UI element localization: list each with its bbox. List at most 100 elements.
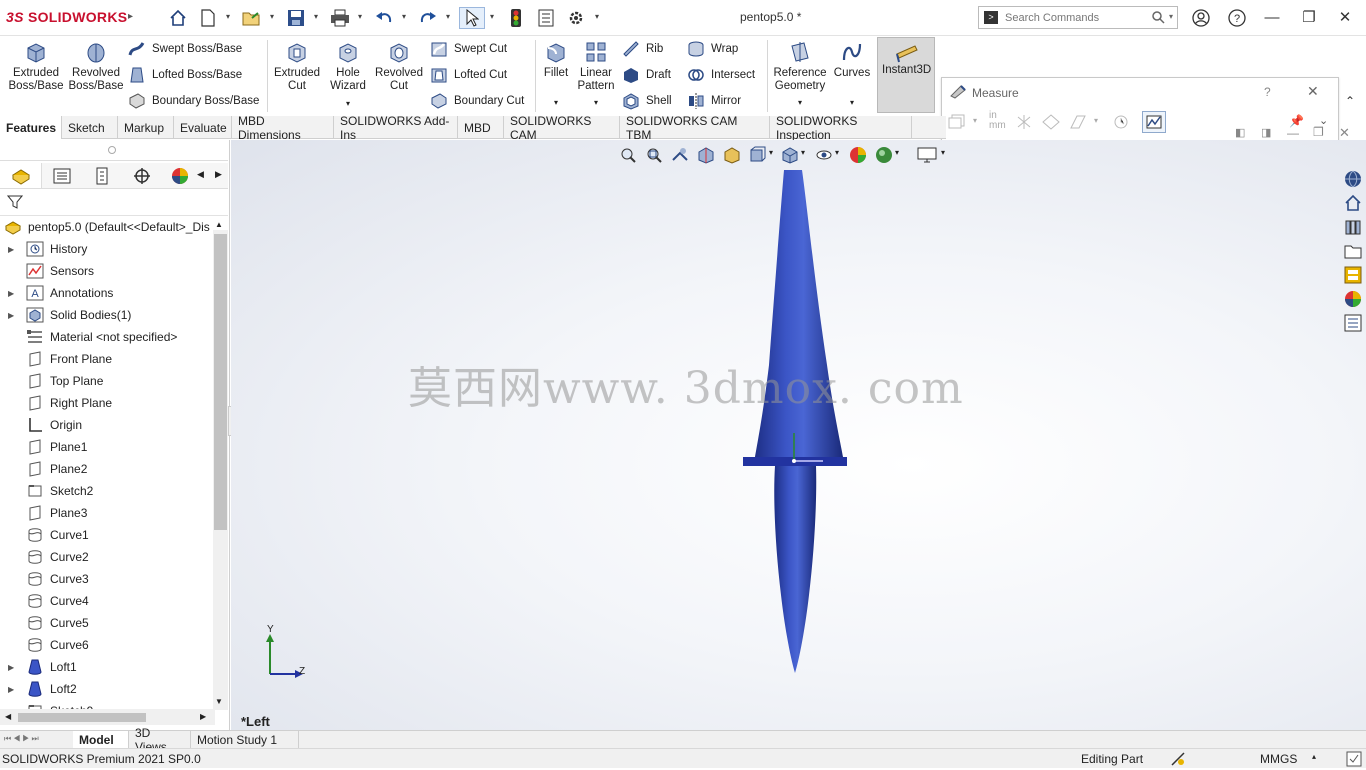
file-explorer-icon[interactable]	[1342, 240, 1364, 262]
measure-xyz-icon[interactable]	[1015, 114, 1033, 133]
close-button[interactable]: ✕	[1331, 6, 1359, 28]
hide-show-items-icon[interactable]	[815, 146, 833, 167]
panel-grip-icon[interactable]	[108, 146, 116, 154]
zoom-to-fit-icon[interactable]	[619, 146, 637, 167]
featuremanager-tab[interactable]	[0, 163, 42, 188]
print-icon[interactable]	[329, 7, 351, 29]
viewport-tile-right-icon[interactable]: ◨	[1261, 126, 1271, 139]
custom-properties-icon[interactable]	[1342, 312, 1364, 334]
minimize-button[interactable]: —	[1258, 6, 1286, 28]
pen-cap-model[interactable]	[731, 165, 861, 680]
tree-horizontal-scroll-thumb[interactable]	[18, 713, 146, 722]
expand-arrow-icon[interactable]: ▶	[8, 289, 18, 298]
viewport-minimize-icon[interactable]: —	[1287, 126, 1299, 140]
boundary-boss-button[interactable]: Boundary Boss/Base	[128, 91, 259, 111]
tree-item-curve6[interactable]: Curve6	[0, 634, 215, 656]
panel-tabs-left-arrow[interactable]: ◀	[197, 169, 204, 180]
user-account-icon[interactable]	[1190, 7, 1212, 29]
print-dropdown-icon[interactable]: ▾	[358, 12, 366, 22]
propertymanager-tab[interactable]	[42, 163, 82, 188]
swept-cut-button[interactable]: Swept Cut	[430, 39, 507, 59]
wrap-button[interactable]: Wrap	[687, 39, 738, 59]
tab-mbd[interactable]: MBD	[458, 116, 504, 139]
view-settings-dropdown-icon[interactable]: ▾	[941, 148, 945, 157]
tab-mbd-dimensions[interactable]: MBD Dimensions	[232, 114, 334, 142]
linear-pattern-button[interactable]: Linear Pattern ▾	[574, 40, 618, 109]
redo-icon[interactable]	[417, 7, 439, 29]
measure-close-icon[interactable]: ✕	[1307, 83, 1319, 100]
tree-item-sensors[interactable]: Sensors	[0, 260, 215, 282]
measure-help-icon[interactable]: ?	[1264, 85, 1271, 99]
fillet-button[interactable]: Fillet ▾	[540, 40, 572, 109]
linear-pattern-dropdown-icon[interactable]: ▾	[594, 96, 598, 109]
edit-appearance-icon[interactable]	[849, 146, 867, 167]
boundary-cut-button[interactable]: Boundary Cut	[430, 91, 524, 111]
rib-button[interactable]: Rib	[622, 39, 663, 59]
tree-item-plane2[interactable]: Plane2	[0, 458, 215, 480]
tree-item-curve1[interactable]: Curve1	[0, 524, 215, 546]
tab-features[interactable]: Features	[0, 116, 62, 139]
tree-item-curve5[interactable]: Curve5	[0, 612, 215, 634]
tree-item-history[interactable]: ▶ History	[0, 238, 215, 260]
hole-wizard-button[interactable]: Hole Wizard ▾	[325, 40, 371, 110]
new-document-icon[interactable]	[197, 7, 219, 29]
tab-solidworks-add-ins[interactable]: SOLIDWORKS Add-Ins	[334, 114, 458, 142]
undo-icon[interactable]	[373, 7, 395, 29]
search-commands-field[interactable]: > Search Commands ▾	[978, 6, 1178, 29]
mirror-button[interactable]: Mirror	[687, 91, 741, 111]
help-icon[interactable]: ?	[1226, 7, 1248, 29]
tab-sketch[interactable]: Sketch	[62, 116, 118, 139]
tab-solidworks-cam-tbm[interactable]: SOLIDWORKS CAM TBM	[620, 114, 770, 142]
measure-history-icon[interactable]	[1112, 114, 1130, 133]
viewport-tile-left-icon[interactable]: ◧	[1235, 126, 1245, 139]
tree-root[interactable]: pentop5.0 (Default<<Default>_Dis	[0, 216, 215, 238]
instant3d-button[interactable]: Instant3D	[877, 37, 935, 113]
section-view-icon[interactable]	[697, 146, 715, 167]
design-library-icon[interactable]	[1342, 216, 1364, 238]
select-dropdown-icon[interactable]: ▾	[490, 12, 498, 22]
ribbon-collapse-icon[interactable]: ⌃	[1345, 94, 1355, 108]
save-dropdown-icon[interactable]: ▾	[314, 12, 322, 22]
bottom-tab-3d-views[interactable]: 3D Views	[129, 726, 191, 754]
3dcontentcentral-icon[interactable]	[1342, 192, 1364, 214]
configurationmanager-tab[interactable]	[82, 163, 122, 188]
tree-vertical-scroll-thumb[interactable]	[214, 234, 227, 530]
curves-dropdown-icon[interactable]: ▾	[850, 96, 854, 109]
previous-view-icon[interactable]	[671, 146, 689, 167]
panel-tabs-right-arrow[interactable]: ▶	[215, 169, 222, 180]
hide-show-dropdown-icon[interactable]: ▾	[835, 148, 839, 157]
measure-point-icon[interactable]	[1042, 114, 1060, 133]
lofted-boss-button[interactable]: Lofted Boss/Base	[128, 65, 242, 85]
appearances-scenes-icon[interactable]	[1342, 288, 1364, 310]
status-help-icon[interactable]	[1346, 751, 1362, 770]
view-settings-icon[interactable]	[917, 146, 937, 167]
solidworks-resources-icon[interactable]	[1342, 168, 1364, 190]
display-style-icon[interactable]	[781, 146, 799, 167]
shell-button[interactable]: Shell	[622, 91, 672, 111]
tab-scroll-arrows[interactable]: ⏮◀▶⏭	[4, 734, 41, 744]
search-dropdown-icon[interactable]: ▾	[1169, 12, 1173, 21]
apply-scene-dropdown-icon[interactable]: ▾	[895, 148, 899, 157]
reference-geometry-button[interactable]: Reference Geometry ▾	[771, 40, 829, 109]
dimxpertmanager-tab[interactable]	[122, 163, 162, 188]
draft-button[interactable]: Draft	[622, 65, 671, 85]
measure-arc-dropdown-icon[interactable]: ▾	[973, 116, 977, 125]
options-gear-icon[interactable]	[565, 7, 587, 29]
tree-item-sketch2[interactable]: Sketch2	[0, 480, 215, 502]
tab-evaluate[interactable]: Evaluate	[174, 116, 232, 139]
bottom-tab-motion-study-1[interactable]: Motion Study 1	[191, 731, 299, 748]
new-dropdown-icon[interactable]: ▾	[226, 12, 234, 22]
undo-dropdown-icon[interactable]: ▾	[402, 12, 410, 22]
tree-item-curve3[interactable]: Curve3	[0, 568, 215, 590]
open-icon[interactable]	[241, 7, 263, 29]
search-icon[interactable]	[1151, 10, 1165, 27]
measure-projection-icon[interactable]	[1069, 114, 1087, 133]
measure-sensor-icon[interactable]	[1142, 111, 1166, 133]
scroll-right-arrow[interactable]: ▶	[200, 712, 206, 721]
tree-item-material-not-specified[interactable]: Material <not specified>	[0, 326, 215, 348]
graphics-area[interactable]: ▾ ▾ ▾ ▾ ▾ ◧ ◨ — ❐ ✕ 莫西网www. 3dmox. com Y…	[231, 125, 1366, 730]
tree-item-loft1[interactable]: ▶ Loft1	[0, 656, 215, 678]
tree-item-front-plane[interactable]: Front Plane	[0, 348, 215, 370]
revolved-cut-button[interactable]: Revolved Cut	[373, 40, 425, 93]
save-icon[interactable]	[285, 7, 307, 29]
